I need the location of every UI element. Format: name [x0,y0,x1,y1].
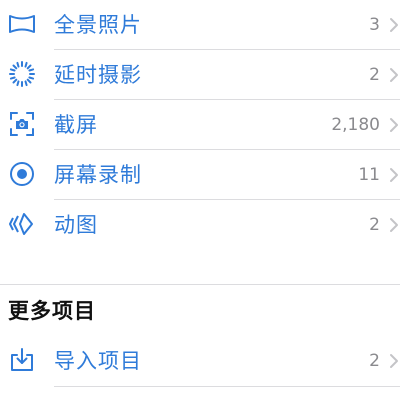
chevron-right-icon [388,351,400,371]
chevron-right-icon [388,215,400,235]
media-type-row-animated[interactable]: 动图 2 [0,200,400,250]
media-type-label: 动图 [54,213,98,237]
more-item-label: 导入项目 [54,349,142,373]
timelapse-icon [8,60,36,88]
media-type-count: 2 [369,65,380,85]
media-type-label: 截屏 [54,113,98,137]
media-type-count: 2 [369,215,380,235]
row-separator [54,386,400,387]
section-separator [0,284,400,285]
import-icon [8,346,36,374]
chevron-right-icon [388,115,400,135]
more-items-row-imports[interactable]: 导入项目 2 [0,336,400,386]
screen-recording-icon [8,160,36,188]
media-type-row-screen-recordings[interactable]: 屏幕录制 11 [0,150,400,200]
screenshot-icon [8,110,36,138]
chevron-right-icon [388,65,400,85]
section-title-more-items: 更多项目 [8,299,96,323]
media-type-label: 全景照片 [54,13,142,37]
more-item-count: 2 [369,351,380,371]
chevron-right-icon [388,165,400,185]
panorama-icon [8,10,36,38]
media-type-count: 2,180 [331,115,380,135]
media-type-row-panoramas[interactable]: 全景照片 3 [0,0,400,50]
chevron-right-icon [388,15,400,35]
media-type-row-screenshots[interactable]: 截屏 2,180 [0,100,400,150]
media-type-label: 屏幕录制 [54,163,142,187]
media-type-count: 3 [369,15,380,35]
animated-icon [8,210,36,238]
media-type-count: 11 [358,165,380,185]
media-type-label: 延时摄影 [54,63,142,87]
media-type-row-timelapse[interactable]: 延时摄影 2 [0,50,400,100]
